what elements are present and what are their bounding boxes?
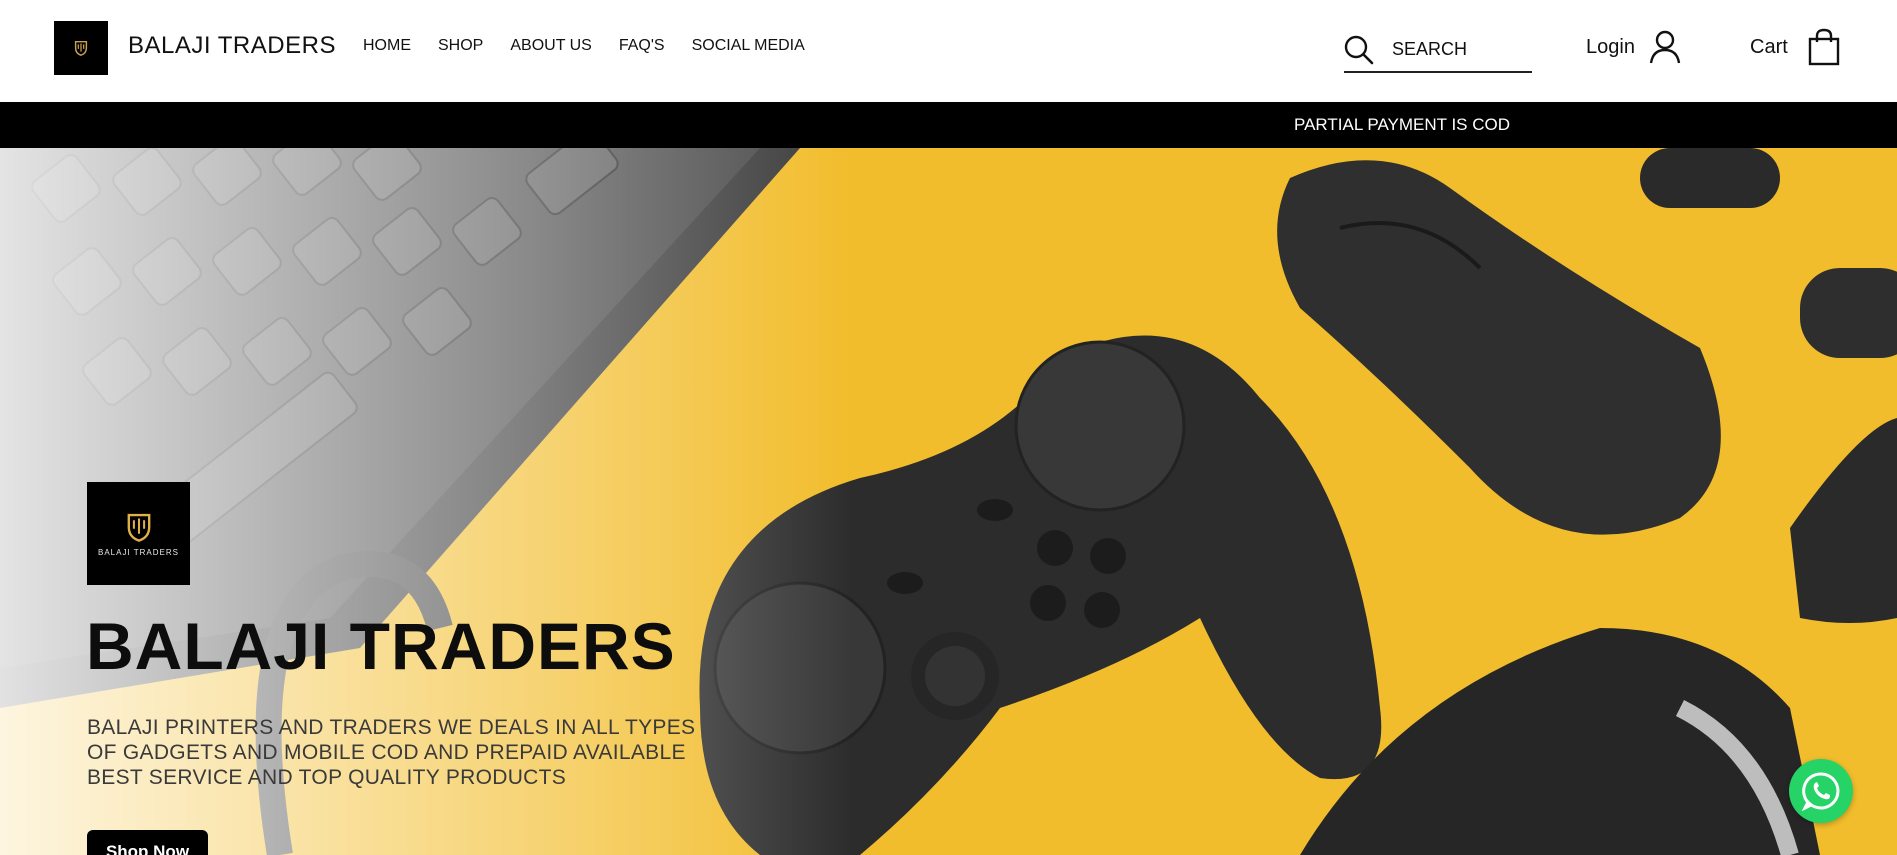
shopping-bag-icon[interactable] [1808, 28, 1840, 66]
login-link[interactable]: Login [1586, 30, 1681, 64]
nav-about-us[interactable]: ABOUT US [510, 37, 592, 55]
brand-name[interactable]: BALAJI TRADERS [128, 32, 336, 60]
hero-banner: BALAJI TRADERS BALAJI TRADERS BALAJI PRI… [0, 148, 1897, 855]
site-header: BALAJI TRADERS HOME SHOP ABOUT US FAQ'S … [0, 0, 1897, 102]
main-nav: HOME SHOP ABOUT US FAQ'S SOCIAL MEDIA [363, 37, 805, 55]
shield-logo-icon [74, 40, 88, 56]
user-icon[interactable] [1649, 30, 1681, 64]
whatsapp-button[interactable] [1789, 759, 1853, 823]
nav-shop[interactable]: SHOP [438, 37, 483, 55]
cart-link[interactable]: Cart [1750, 28, 1840, 66]
shield-logo-icon [127, 513, 150, 542]
shop-now-button[interactable]: Shop Now [87, 830, 208, 855]
login-label[interactable]: Login [1586, 36, 1635, 59]
search-icon[interactable] [1344, 35, 1374, 65]
nav-faqs[interactable]: FAQ'S [619, 37, 665, 55]
nav-home[interactable]: HOME [363, 37, 411, 55]
announcement-bar: PARTIAL PAYMENT IS COD [0, 102, 1897, 148]
hero-logo-text: BALAJI TRADERS [98, 547, 179, 557]
search-input[interactable] [1392, 39, 1522, 60]
header-logo[interactable] [54, 21, 108, 75]
search-bar[interactable] [1344, 28, 1532, 73]
hero-description: BALAJI PRINTERS AND TRADERS WE DEALS IN … [87, 716, 696, 789]
hero-logo: BALAJI TRADERS [87, 482, 190, 585]
whatsapp-icon[interactable] [1801, 771, 1841, 811]
hero-title: BALAJI TRADERS [86, 609, 676, 683]
cart-label[interactable]: Cart [1750, 36, 1788, 59]
announcement-text: PARTIAL PAYMENT IS COD [1294, 115, 1511, 134]
nav-social-media[interactable]: SOCIAL MEDIA [692, 37, 805, 55]
